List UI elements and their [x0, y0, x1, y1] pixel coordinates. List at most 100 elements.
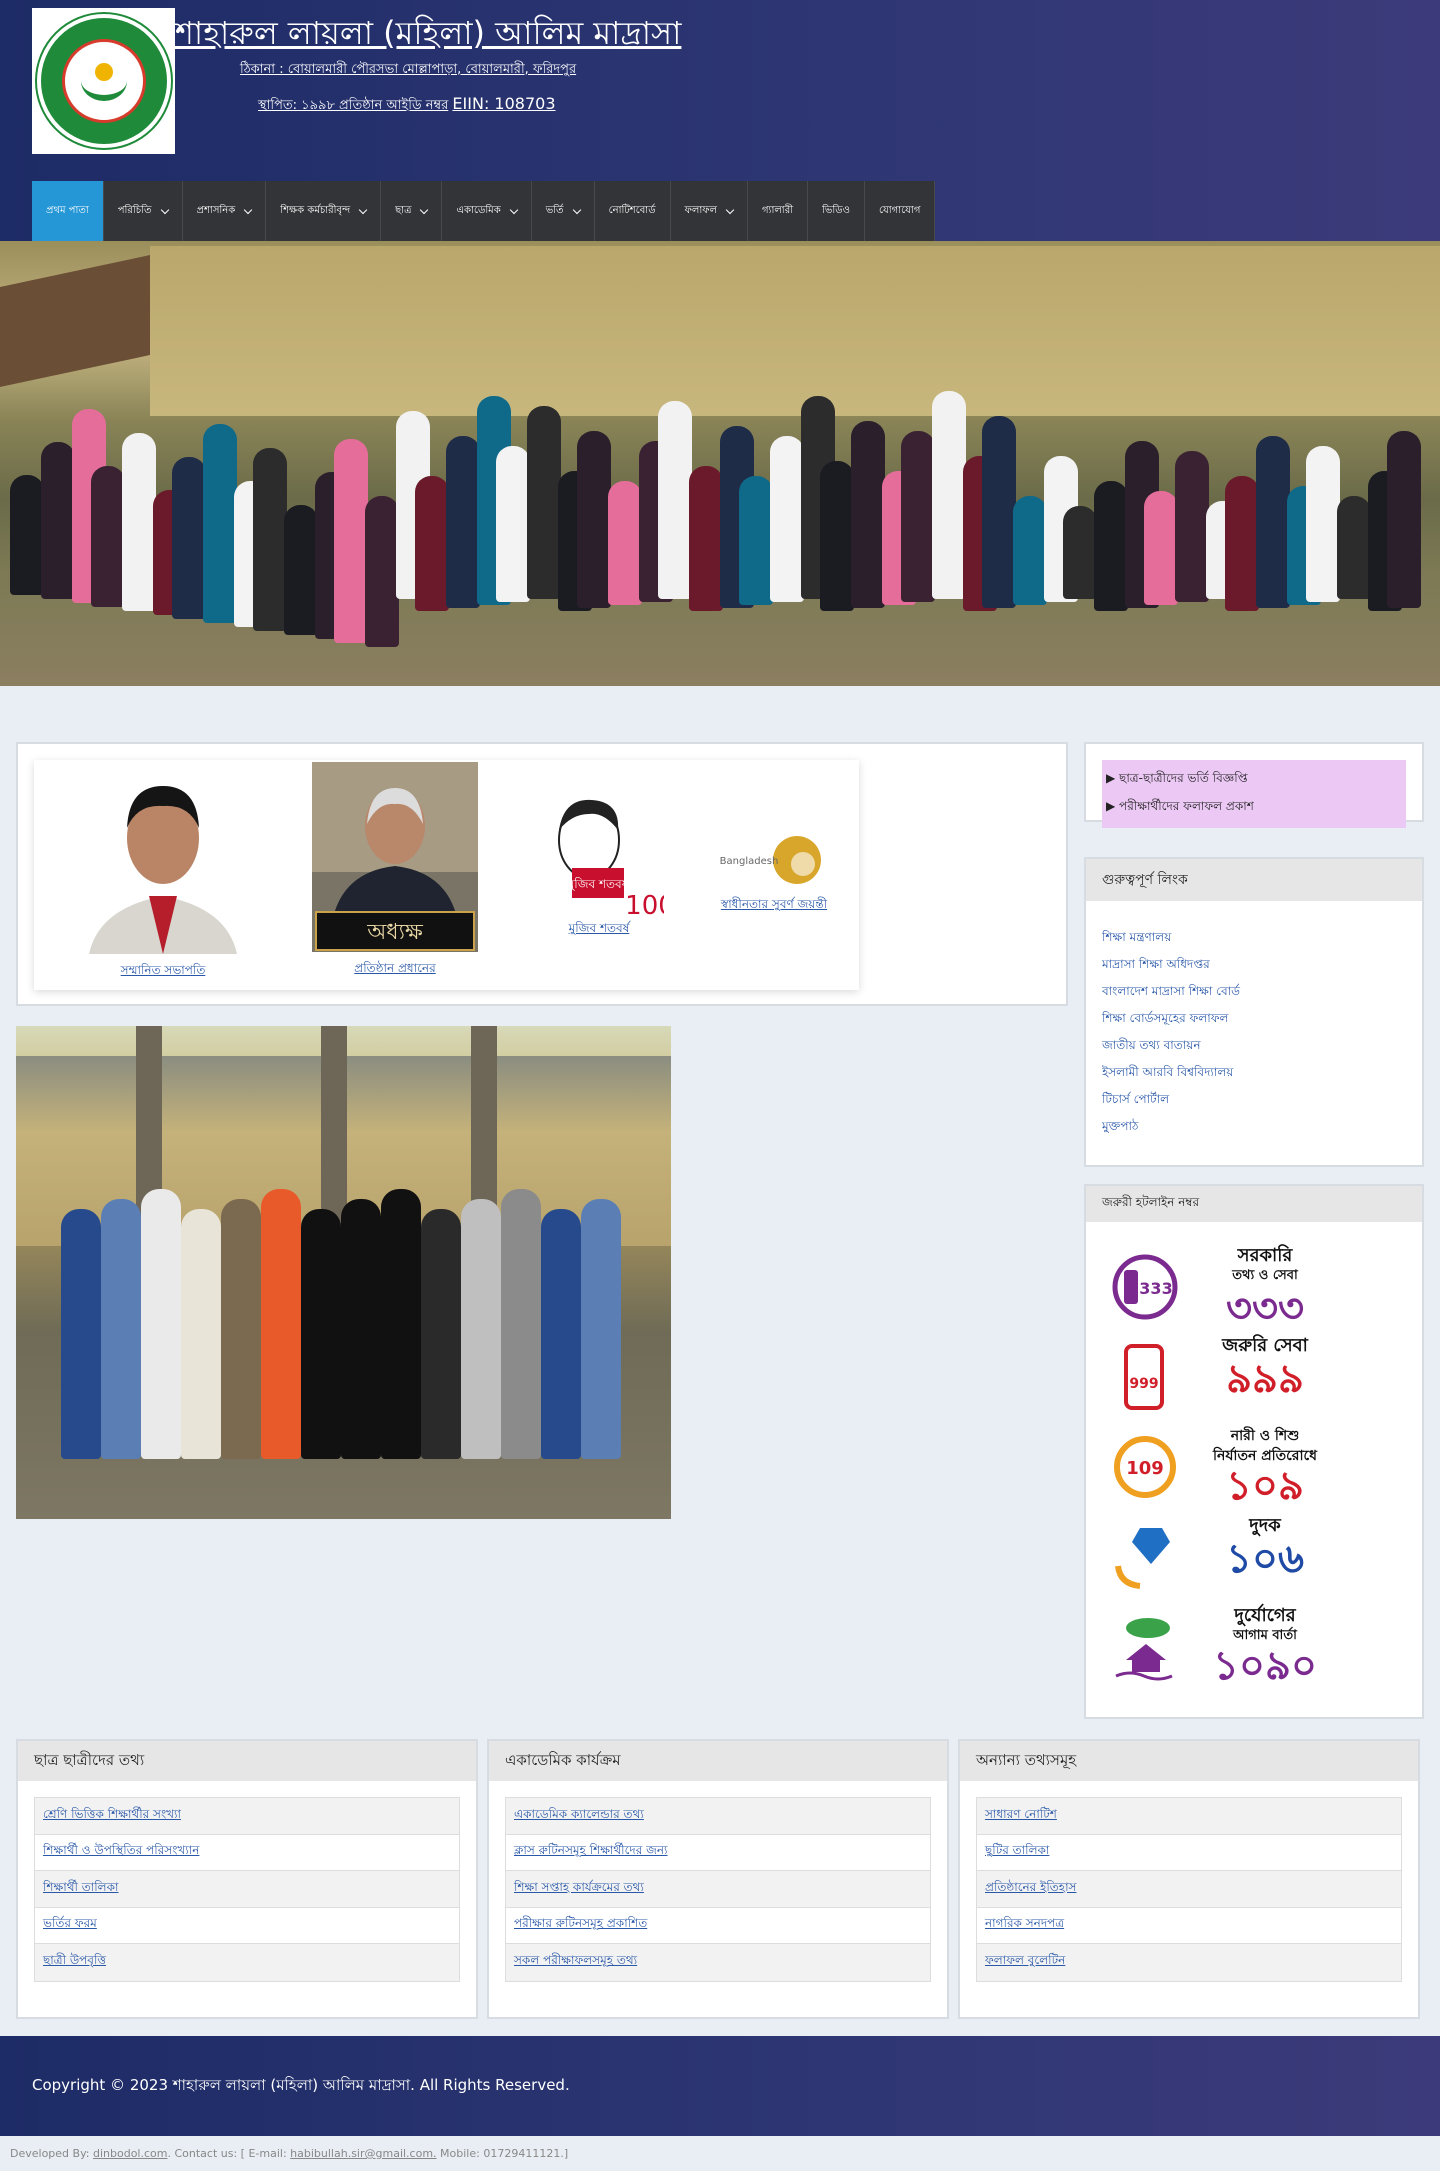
developer-link[interactable]: dinbodol.com [93, 2147, 167, 2160]
leader-chairman-link[interactable]: সম্মানিত সভাপতি [78, 962, 248, 982]
academic-link[interactable]: একাডেমিক ক্যালেন্ডার তথ্য [514, 1806, 644, 1826]
hero-banner-image [0, 241, 1440, 686]
svg-text:999: 999 [1129, 1376, 1158, 1392]
nav-item-gallery[interactable]: গ্যালারী [747, 181, 809, 241]
madrasa-logo[interactable] [32, 8, 175, 154]
nav-item-academic[interactable]: একাডেমিক [442, 181, 532, 241]
svg-text:333: 333 [1139, 1279, 1172, 1298]
chevron-down-icon [244, 205, 253, 214]
important-link-item[interactable]: মাদ্রাসা শিক্ষা অধিদপ্তর [1102, 957, 1210, 971]
hotline-333-label: সরকারি [1237, 1245, 1293, 1266]
nav-item-teachers-staff[interactable]: শিক্ষক কর্মচারীবৃন্দ [266, 181, 382, 241]
hotline-999-number: ৯৯৯ [1226, 1356, 1304, 1402]
nav-item-contact[interactable]: যোগাযোগ [864, 181, 936, 241]
chevron-down-icon [420, 205, 429, 214]
important-link-item[interactable]: জাতীয় তথ্য বাতায়ন [1102, 1038, 1200, 1052]
chairman-portrait [79, 768, 247, 954]
academic-link[interactable]: সকল পরীক্ষাফলসমূহ তথ্য [514, 1952, 637, 1972]
leaders-card: সম্মানিত সভাপতি অধ্যক্ষ প্রতিষ্ঠান প্রধা… [16, 742, 1068, 1006]
nav-item-students[interactable]: ছাত্র [381, 181, 443, 241]
developer-credit: Developed By: dinbodol.com. Contact us: … [0, 2136, 1440, 2171]
hotline-panel: জরুরী হটলাইন নম্বর 333 সরকারি তথ্য ও সেব… [1084, 1184, 1424, 1719]
info-boxes: ছাত্র ছাত্রীদের তথ্য শ্রেণি ভিত্তিক শিক্… [16, 1739, 1424, 2019]
estd-label[interactable]: স্থাপিত: ১৯৯৮ প্রতিষ্ঠান আইডি নম্বর [258, 98, 448, 113]
important-link-item[interactable]: টিচার্স পোর্টাল [1102, 1092, 1169, 1106]
academic-link[interactable]: ক্লাস রুটিনসমূহ শিক্ষার্থীদের জন্য [514, 1842, 668, 1862]
nav-item-results[interactable]: ফলাফল [670, 181, 748, 241]
student-info-box: ছাত্র ছাত্রীদের তথ্য শ্রেণি ভিত্তিক শিক্… [16, 1739, 478, 2019]
hotline-1090[interactable]: দুর্যোগের আগাম বার্তা ১০৯০ [1110, 1606, 1320, 1686]
hero-assembly-people [0, 351, 1440, 671]
contact-email-link[interactable]: habibullah.sir@gmail.com. [290, 2147, 436, 2160]
other-info-box: অন্যান্য তথ্যসমূহ সাধারণ নোটিশ ছুটির তাল… [958, 1739, 1420, 2019]
phone-333-icon: 333 [1112, 1254, 1178, 1320]
other-info-link[interactable]: ছুটির তালিকা [985, 1842, 1049, 1862]
nav-item-video[interactable]: ভিডিও [808, 181, 865, 241]
chevron-down-icon [160, 205, 169, 214]
golden-jubilee: Bangladesh স্বাধীনতার সুবর্ণ জয়ন্তী [704, 828, 844, 916]
important-links-list: শিক্ষা মন্ত্রণালয় মাদ্রাসা শিক্ষা অধিদপ… [1086, 901, 1422, 1145]
student-info-link[interactable]: ছাত্রী উপবৃত্তি [43, 1952, 106, 1972]
mujib-centenary: মুজিব শতবর্ষ 100 মুজিব শতবর্ষ [534, 790, 675, 940]
important-link-item[interactable]: ইসলামী আরবি বিশ্ববিদ্যালয় [1102, 1065, 1233, 1079]
hotline-333[interactable]: 333 সরকারি তথ্য ও সেবা ৩৩৩ [1110, 1246, 1320, 1332]
chevron-down-icon [725, 205, 735, 214]
student-info-link[interactable]: শিক্ষার্থী ও উপস্থিতির পরিসংখ্যান [43, 1842, 199, 1862]
nav-item-noticeboard[interactable]: নোটিশবোর্ড [594, 181, 671, 241]
leader-chairman: সম্মানিত সভাপতি [78, 768, 248, 982]
nav-item-admission[interactable]: ভর্তি [531, 181, 595, 241]
other-info-link[interactable]: ফলাফল বুলেটিন [985, 1952, 1065, 1972]
site-estd: স্থাপিত: ১৯৯৮ প্রতিষ্ঠান আইডি নম্বর EIIN… [258, 94, 556, 117]
site-title[interactable]: শাহারুল লায়লা (মহিলা) আলিম মাদ্রাসা [175, 8, 681, 62]
hotline-999[interactable]: 999 জরুরি সেবা ৯৯৯ [1110, 1336, 1320, 1416]
academic-title: একাডেমিক কার্যক্রম [489, 1741, 947, 1781]
mujib-centenary-logo: মুজিব শতবর্ষ 100 [534, 790, 675, 922]
important-link-item[interactable]: শিক্ষা মন্ত্রণালয় [1102, 930, 1171, 944]
other-info-title: অন্যান্য তথ্যসমূহ [960, 1741, 1418, 1781]
chevron-down-icon [358, 205, 368, 214]
nav-item-introduction[interactable]: পরিচিতি [103, 181, 183, 241]
site-address[interactable]: ঠিকানা : বোয়ালমারী পৌরসভা মোল্লাপাড়া, … [240, 60, 576, 81]
site-footer: Copyright © 2023 শাহারুল লায়লা (মহিলা) … [0, 2036, 1440, 2136]
student-info-link[interactable]: শ্রেণি ভিত্তিক শিক্ষার্থীর সংখ্যা [43, 1806, 181, 1826]
group-photo-image [16, 1026, 671, 1519]
student-info-link[interactable]: ভর্তির ফরম [43, 1915, 97, 1935]
hotline-109-label: নারী ও শিশু [1230, 1428, 1300, 1444]
leader-principal-link[interactable]: প্রতিষ্ঠান প্রধানের [310, 960, 480, 980]
emergency-999-icon: 999 [1124, 1344, 1164, 1410]
notice-item[interactable]: ▶ পরীক্ষার্থীদের ফলাফল প্রকাশ [1106, 794, 1402, 822]
other-info-link[interactable]: সাধারণ নোটিশ [985, 1806, 1057, 1826]
mujib-text: মুজিব শতবর্ষ [567, 877, 631, 892]
academic-link[interactable]: শিক্ষা সপ্তাহ কার্যক্রমের তথ্য [514, 1879, 644, 1899]
chevron-down-icon [572, 205, 581, 214]
hotline-106[interactable]: দুদক ১০৬ [1110, 1516, 1320, 1596]
hotline-109[interactable]: 109 নারী ও শিশু নির্যাতন প্রতিরোধে ১০৯ [1110, 1426, 1320, 1506]
academic-link[interactable]: পরীক্ষার রুটিনসমূহ প্রকাশিত [514, 1915, 647, 1935]
golden-jubilee-logo: Bangladesh [719, 828, 829, 888]
acc-106-icon [1115, 1528, 1170, 1589]
student-info-link[interactable]: শিক্ষার্থী তালিকা [43, 1879, 119, 1899]
disaster-1090-icon [1115, 1618, 1173, 1681]
hotline-999-label: জরুরি সেবা [1222, 1335, 1308, 1356]
nav-item-home[interactable]: প্রথম পাতা [32, 181, 104, 241]
important-links-title: গুরুত্বপূর্ণ লিংক [1086, 859, 1422, 901]
hotline-title: জরুরী হটলাইন নম্বর [1086, 1186, 1422, 1222]
svg-text:109: 109 [1126, 1458, 1164, 1479]
other-info-link[interactable]: প্রতিষ্ঠানের ইতিহাস [985, 1879, 1076, 1899]
important-link-item[interactable]: বাংলাদেশ মাদ্রাসা শিক্ষা বোর্ড [1102, 984, 1240, 998]
important-link-item[interactable]: মুক্তপাঠ [1102, 1119, 1138, 1133]
student-info-title: ছাত্র ছাত্রীদের তথ্য [18, 1741, 476, 1781]
hotline-333-number: ৩৩৩ [1225, 1286, 1305, 1332]
golden-jubilee-link[interactable]: স্বাধীনতার সুবর্ণ জয়ন্তী [704, 896, 844, 916]
book-icon [80, 61, 127, 101]
principal-plaque-text: অধ্যক্ষ [366, 920, 424, 945]
eiin-number[interactable]: EIIN: 108703 [452, 94, 555, 113]
other-info-link[interactable]: নাগরিক সনদপত্র [985, 1915, 1064, 1935]
notice-item[interactable]: ▶ ছাত্র-ছাত্রীদের ভর্তি বিজ্ঞপ্তি [1106, 766, 1402, 794]
mujib-centenary-link[interactable]: মুজিব শতবর্ষ [534, 920, 664, 940]
important-link-item[interactable]: শিক্ষা বোর্ডসমূহের ফলাফল [1102, 1011, 1228, 1025]
hotline-109-number: ১০৯ [1226, 1463, 1304, 1509]
main-content: সম্মানিত সভাপতি অধ্যক্ষ প্রতিষ্ঠান প্রধা… [0, 686, 1440, 2036]
nav-item-administrative[interactable]: প্রশাসনিক [182, 181, 267, 241]
svg-text:Bangladesh: Bangladesh [720, 856, 779, 867]
